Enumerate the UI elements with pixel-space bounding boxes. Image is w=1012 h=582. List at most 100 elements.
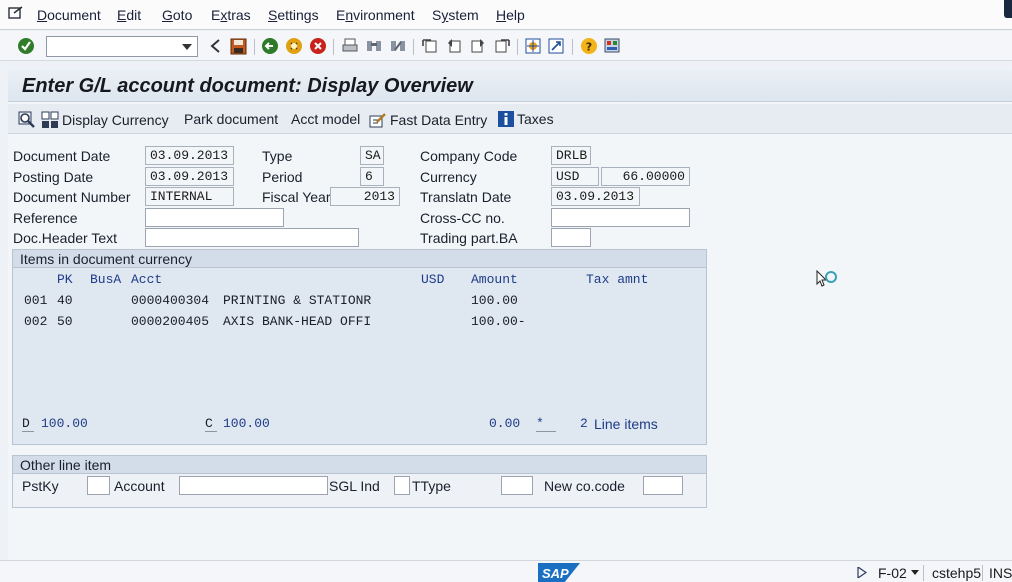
status-separator (923, 565, 924, 581)
display-currency-button[interactable]: Display Currency (41, 111, 169, 129)
standard-toolbar: ? (0, 31, 1012, 61)
menu-extras[interactable]: Extras (211, 7, 251, 23)
item-amount: 100.00 (471, 293, 518, 308)
busy-cursor-icon (816, 270, 837, 287)
magnifier-icon (18, 111, 35, 128)
window-edge (1004, 0, 1012, 18)
type-label: Type (262, 148, 293, 164)
company-code-field[interactable]: DRLB (551, 146, 591, 165)
cancel-icon[interactable] (309, 37, 327, 55)
cross-cc-field[interactable] (551, 208, 690, 227)
application-toolbar: Display Currency Park document Acct mode… (8, 104, 1012, 134)
layout-icon[interactable] (604, 37, 622, 55)
toolbar-separator (254, 39, 255, 55)
insert-mode[interactable]: INS (989, 565, 1012, 581)
system-menu-icon[interactable] (8, 6, 24, 20)
account-field[interactable] (179, 476, 328, 495)
print-icon[interactable] (341, 37, 359, 55)
fiscal-year-label: Fiscal Year (262, 189, 331, 205)
item-number: 001 (24, 293, 48, 308)
document-number-label: Document Number (13, 189, 131, 205)
taxes-label: Taxes (517, 111, 554, 127)
transaction-dropdown-icon[interactable] (911, 570, 919, 575)
line-items-label: Line items (594, 416, 658, 432)
trading-part-label: Trading part.BA (420, 230, 518, 246)
create-session-icon[interactable] (524, 37, 542, 55)
pencil-form-icon (369, 113, 386, 128)
info-icon (498, 111, 514, 127)
title-bar: Enter G/L account document: Display Over… (8, 70, 1012, 102)
cross-cc-label: Cross-CC no. (420, 210, 505, 226)
translatn-date-field[interactable]: 03.09.2013 (551, 187, 640, 206)
items-group: Items in document currency PK BusA Acct … (12, 249, 707, 445)
account-number: 0000200405 (131, 314, 210, 329)
other-line-item-group: Other line item PstKy Account SGL Ind TT… (12, 455, 707, 508)
item-amount: 100.00- (471, 314, 526, 329)
type-field[interactable]: SA (360, 146, 384, 165)
main-area: Enter G/L account document: Display Over… (8, 70, 1012, 560)
debit-total: 100.00 (41, 416, 88, 431)
menu-help[interactable]: Help (496, 7, 525, 23)
sgl-ind-field[interactable] (394, 476, 410, 495)
status-expand-icon[interactable] (857, 567, 867, 578)
doc-header-text-field[interactable] (145, 228, 359, 247)
reference-field[interactable] (145, 208, 284, 227)
ttype-field[interactable] (501, 476, 533, 495)
enter-icon[interactable] (17, 37, 35, 55)
menu-goto[interactable]: Goto (162, 7, 192, 23)
prev-page-icon[interactable] (445, 37, 463, 55)
park-document-button[interactable]: Park document (184, 111, 278, 127)
account-text: PRINTING & STATIONR (223, 293, 372, 308)
menu-document[interactable]: Document (37, 7, 101, 23)
menu-bar: Document Edit Goto Extras Settings Envir… (0, 0, 1012, 30)
sap-logo: SAP (538, 563, 580, 582)
menu-edit[interactable]: Edit (117, 7, 141, 23)
next-page-icon[interactable] (469, 37, 487, 55)
first-page-icon[interactable] (421, 37, 439, 55)
chevron-down-icon[interactable] (182, 44, 192, 50)
toolbar-separator (572, 39, 573, 55)
menu-settings[interactable]: Settings (268, 7, 319, 23)
period-label: Period (262, 169, 303, 185)
shortcut-icon[interactable] (547, 37, 565, 55)
currency-field[interactable]: USD (551, 167, 599, 186)
fiscal-year-field[interactable]: 2013 (330, 187, 400, 206)
toolbar-separator (413, 39, 414, 55)
currency-grid-icon (41, 111, 59, 128)
last-page-icon[interactable] (493, 37, 511, 55)
status-separator (982, 565, 983, 581)
line-count: 2 (580, 416, 588, 431)
document-date-field[interactable]: 03.09.2013 (145, 146, 234, 165)
save-icon[interactable] (229, 37, 247, 55)
other-line-item-header: Other line item (13, 456, 706, 474)
command-field[interactable] (46, 36, 198, 57)
acct-model-button[interactable]: Acct model (291, 111, 360, 127)
menu-system[interactable]: System (432, 7, 479, 23)
period-field[interactable]: 6 (360, 167, 384, 186)
document-number-field[interactable]: INTERNAL (145, 187, 234, 206)
back-nav-icon[interactable] (261, 37, 279, 55)
fast-data-entry-button[interactable]: Fast Data Entry (369, 111, 487, 129)
posting-date-field[interactable]: 03.09.2013 (145, 167, 234, 186)
posting-key: 50 (57, 314, 73, 329)
currency-label: Currency (420, 169, 477, 185)
trading-part-field[interactable] (551, 228, 591, 247)
display-document-button[interactable] (18, 111, 36, 129)
account-number: 0000400304 (131, 293, 210, 308)
help-icon[interactable]: ? (580, 37, 598, 55)
menu-environment[interactable]: Environment (336, 7, 415, 23)
back-icon[interactable] (206, 37, 224, 55)
taxes-button[interactable]: Taxes (498, 111, 554, 127)
exit-icon[interactable] (285, 37, 303, 55)
exchange-rate-field[interactable]: 66.00000 (601, 167, 690, 186)
display-currency-label: Display Currency (62, 112, 169, 128)
reference-label: Reference (13, 210, 78, 226)
toolbar-separator (517, 39, 518, 55)
park-document-label: Park document (184, 111, 279, 127)
new-co-code-field[interactable] (643, 476, 683, 495)
pstky-field[interactable] (87, 476, 110, 495)
find-next-icon[interactable] (389, 37, 407, 55)
find-icon[interactable] (365, 37, 383, 55)
doc-header-text-label: Doc.Header Text (13, 230, 118, 246)
svg-text:SAP: SAP (542, 566, 569, 581)
